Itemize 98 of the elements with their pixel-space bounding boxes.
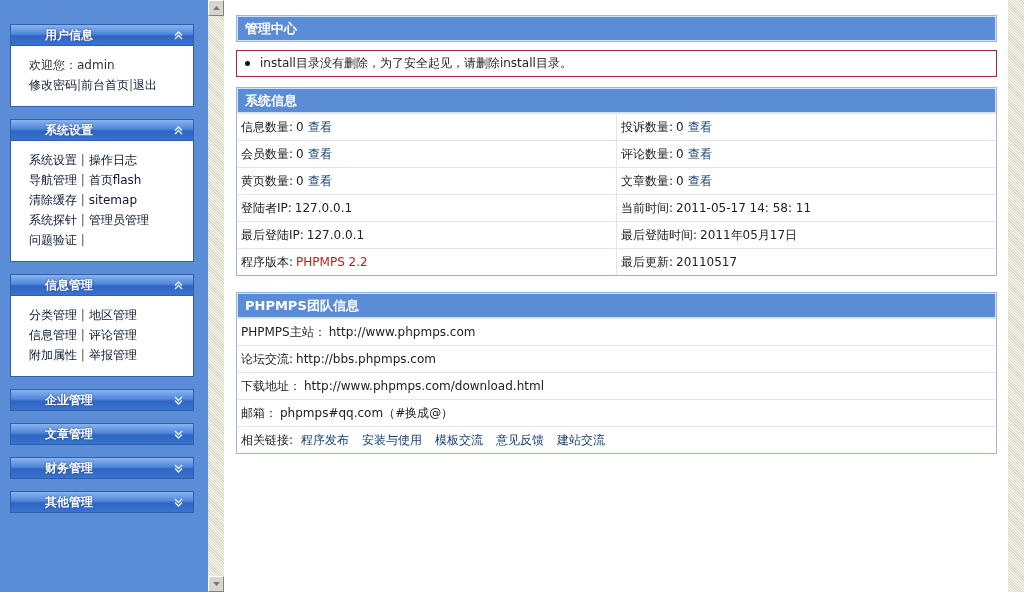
separator: | [79,213,86,227]
menu-link[interactable]: 导航管理 [29,173,77,187]
info-label: 评论数量: [621,146,674,161]
info-value: 127.0.0.1 [306,227,365,242]
scrollbar[interactable] [1008,0,1024,592]
info-value: http://www.phpmps.com/download.html [304,378,544,393]
related-link[interactable]: 建站交流 [557,432,606,447]
scrollbar[interactable] [208,0,224,592]
info-label: 下载地址： [241,378,301,393]
info-value: 127.0.0.1 [294,200,353,215]
menu-link[interactable]: 系统探针 [29,213,77,227]
info-value: 0 [676,173,684,188]
info-label: 当前时间: [621,200,674,215]
info-label: 信息数量: [241,119,294,134]
chevron-up-icon [174,30,183,40]
menu-link[interactable]: 信息管理 [29,328,77,342]
info-value: http://bbs.phpmps.com [296,351,436,366]
info-value: 2011-05-17 14: 58: 11 [676,200,812,215]
menu-link[interactable]: 修改密码 [29,78,77,92]
panel-header[interactable]: 企业管理 [10,389,194,411]
menu-link[interactable]: 前台首页 [81,78,130,92]
panel-header[interactable]: 财务管理 [10,457,194,479]
menu-link[interactable]: 问题验证 [29,233,77,247]
view-link[interactable]: 查看 [687,146,712,161]
menu-link[interactable]: 管理员管理 [88,213,149,227]
view-link[interactable]: 查看 [307,146,332,161]
info-value: 0 [296,119,304,134]
chevron-down-icon [174,497,183,507]
info-label: 最后更新: [621,254,674,269]
separator: | [79,173,86,187]
info-value: 20110517 [676,254,738,269]
separator: | [129,78,134,92]
menu-link[interactable]: 举报管理 [88,348,137,362]
panel-header[interactable]: 其他管理 [10,491,194,513]
separator: | [79,308,86,322]
info-value: 0 [676,146,684,161]
menu-link[interactable]: 清除缓存 [29,193,77,207]
info-label: 文章数量: [621,173,674,188]
panel-header[interactable]: 信息管理 [10,274,194,296]
scroll-down-button[interactable] [208,576,224,592]
info-value: 0 [296,173,304,188]
separator: | [79,153,86,167]
bullet-icon [245,61,250,66]
info-label: 会员数量: [241,146,294,161]
info-label: 黄页数量: [241,173,294,188]
panel-title: PHPMPS团队信息 [237,293,996,318]
related-link[interactable]: 安装与使用 [362,432,423,447]
menu-link[interactable]: 系统设置 [29,153,77,167]
menu-link[interactable]: 评论管理 [88,328,137,342]
info-label: 登陆者IP: [241,200,292,215]
view-link[interactable]: 查看 [307,173,332,188]
panel-header[interactable]: 文章管理 [10,423,194,445]
separator: | [77,78,82,92]
info-label: 最后登陆IP: [241,227,304,242]
info-value: http://www.phpmps.com [328,324,476,339]
info-label: 最后登陆时间: [621,227,698,242]
separator: | [79,233,85,247]
info-label: 程序版本: [241,254,294,269]
info-label: 论坛交流: [241,351,294,366]
separator: | [79,193,86,207]
related-link[interactable]: 模板交流 [435,432,484,447]
menu-link[interactable]: 地区管理 [88,308,137,322]
triangle-up-icon [212,6,220,10]
chevron-up-icon [174,125,183,135]
chevron-down-icon [174,395,183,405]
menu-link[interactable]: sitemap [88,193,137,207]
menu-link[interactable]: 附加属性 [29,348,77,362]
menu-link[interactable]: 退出 [133,78,158,92]
info-value: 2011年05月17日 [700,227,798,242]
info-value: 0 [676,119,684,134]
info-label: PHPMPS主站： [241,324,326,339]
triangle-down-icon [212,582,220,586]
panel-header[interactable]: 用户信息 [10,24,194,46]
menu-link[interactable]: 首页flash [88,173,142,187]
menu-link[interactable]: 分类管理 [29,308,77,322]
info-value: phpmps#qq.com（#换成@） [280,405,454,420]
separator: | [79,328,86,342]
scroll-up-button[interactable] [208,0,224,16]
chevron-up-icon [174,280,183,290]
page-title: 管理中心 [236,15,997,42]
info-label: 相关链接: [241,432,294,447]
panel-title: 系统信息 [237,88,996,113]
view-link[interactable]: 查看 [687,173,712,188]
version-value: PHPMPS 2.2 [296,254,368,269]
menu-link[interactable]: 操作日志 [88,153,137,167]
info-label: 投诉数量: [621,119,674,134]
chevron-down-icon [174,463,183,473]
info-value: 0 [296,146,304,161]
view-link[interactable]: 查看 [307,119,332,134]
panel-header[interactable]: 系统设置 [10,119,194,141]
welcome-text: 欢迎您：admin [29,58,115,72]
related-link[interactable]: 程序发布 [301,432,350,447]
separator: | [79,348,86,362]
view-link[interactable]: 查看 [687,119,712,134]
chevron-down-icon [174,429,183,439]
related-link[interactable]: 意见反馈 [496,432,545,447]
notice-text: install目录没有删除，为了安全起见，请删除install目录。 [260,55,572,72]
info-label: 邮箱： [241,405,277,420]
